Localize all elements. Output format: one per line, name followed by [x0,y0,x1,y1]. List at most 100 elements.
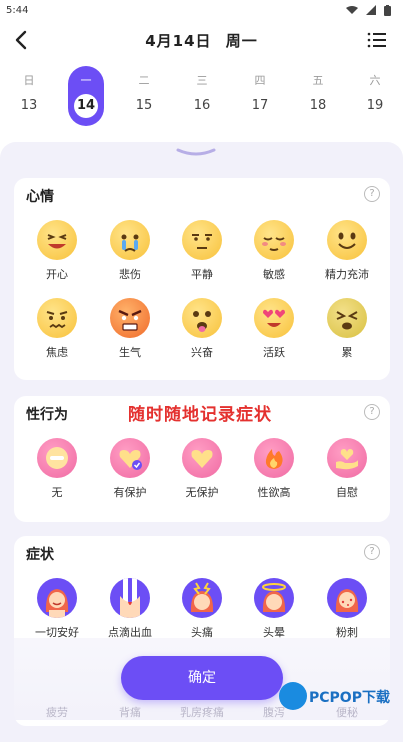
flame-icon [254,438,294,478]
day-sun[interactable]: 日 13 [11,66,47,126]
heart-icon [182,438,222,478]
mood-card: 心情 ? 开心 悲伤 平静 敏感 精力充沛 焦虑 生气 兴奋 活跃 累 [14,178,390,380]
sex-label: 有保护 [113,486,147,499]
heart-eyes-face-icon [254,298,294,338]
happy-face-icon [37,220,77,260]
page-title: 4月14日 周一 [141,30,262,51]
woman-happy-icon [37,578,77,618]
day-number: 17 [251,98,269,113]
heart-check-icon [110,438,150,478]
sex-title: 性行为 [26,407,68,423]
symptom-headache[interactable]: 头痛 [166,578,238,642]
day-wed[interactable]: 三 16 [184,66,220,126]
help-icon[interactable]: ? [364,186,380,202]
status-bar: 5:44 [0,0,403,20]
day-number: 14 [76,98,96,113]
weekday-label: 三 [196,74,208,87]
title-weekday: 周一 [225,31,258,50]
wifi-icon [346,6,358,14]
help-icon[interactable]: ? [364,544,380,560]
ghost-label: 背痛 [119,706,141,719]
day-number: 15 [135,98,153,113]
watermark-brand: PCPOP下载 [309,690,390,706]
hand-heart-icon [327,438,367,478]
weekday-label: 日 [23,74,35,87]
sex-label: 无 [51,486,63,499]
battery-icon [384,4,391,16]
week-strip: 日 13 一 14 二 15 三 16 四 17 五 18 六 19 [0,66,403,126]
day-tue[interactable]: 二 15 [126,66,162,126]
mood-active[interactable]: 活跃 [238,298,310,362]
day-number: 16 [193,98,211,113]
mood-energetic[interactable]: 精力充沛 [311,220,383,284]
mood-excited[interactable]: 兴奋 [166,298,238,362]
mood-label: 焦虑 [46,346,68,359]
promo-caption: 随时随地记录症状 [128,405,272,425]
day-number: 18 [309,98,327,113]
day-number: 13 [20,98,38,113]
mood-tired[interactable]: 累 [311,298,383,362]
tongue-face-icon [182,298,222,338]
sex-none[interactable]: 无 [21,438,93,502]
mood-label: 平静 [191,268,213,281]
mood-sensitive[interactable]: 敏感 [238,220,310,284]
weekday-label: 六 [369,74,381,87]
day-number: 19 [366,98,384,113]
symptom-all-good[interactable]: 一切安好 [21,578,93,642]
crying-face-icon [110,220,150,260]
tired-face-icon [327,298,367,338]
sex-unprotected[interactable]: 无保护 [166,438,238,502]
symptom-acne[interactable]: 粉刺 [311,578,383,642]
day-fri[interactable]: 五 18 [300,66,336,126]
mood-sad[interactable]: 悲伤 [94,220,166,284]
angry-face-icon [110,298,150,338]
sex-protected[interactable]: 有保护 [94,438,166,502]
day-thu[interactable]: 四 17 [242,66,278,126]
mood-label: 兴奋 [191,346,213,359]
sex-masturbation[interactable]: 自慰 [311,438,383,502]
mood-label: 精力充沛 [325,268,369,281]
body-spotting-icon [110,578,150,618]
smiling-face-icon [327,220,367,260]
mood-label: 悲伤 [119,268,141,281]
help-icon[interactable]: ? [364,404,380,420]
symptom-spotting[interactable]: 点滴出血 [94,578,166,642]
title-date: 4月14日 [145,31,212,50]
weekday-label: 四 [254,74,266,87]
sheet-handle-icon[interactable] [176,148,216,158]
mood-label: 生气 [119,346,141,359]
mood-title: 心情 [26,189,54,205]
dizzy-icon [254,578,294,618]
mood-anxious[interactable]: 焦虑 [21,298,93,362]
sex-label: 无保护 [185,486,219,499]
weekday-label: 五 [312,74,324,87]
acne-icon [327,578,367,618]
mood-label: 开心 [46,268,68,281]
mood-angry[interactable]: 生气 [94,298,166,362]
mood-label: 累 [341,346,353,359]
sex-label: 性欲高 [257,486,291,499]
list-menu-icon[interactable] [365,28,389,52]
mood-label: 敏感 [263,268,285,281]
ghost-label: 乳房疼痛 [180,706,224,719]
ghost-label: 疲劳 [46,706,68,719]
sex-high-libido[interactable]: 性欲高 [238,438,310,502]
worried-face-icon [37,298,77,338]
headache-icon [182,578,222,618]
mood-happy[interactable]: 开心 [21,220,93,284]
day-mon-selected[interactable]: 一 14 [68,66,104,126]
back-arrow-icon[interactable] [10,28,34,52]
signal-icon [366,5,376,15]
header: 4月14日 周一 [0,22,403,58]
mood-label: 活跃 [263,346,285,359]
day-sat[interactable]: 六 19 [357,66,393,126]
weekday-label: 一 [80,74,92,87]
weekday-label: 二 [138,74,150,87]
mood-calm[interactable]: 平静 [166,220,238,284]
sex-label: 自慰 [336,486,358,499]
minus-icon [37,438,77,478]
confirm-button[interactable]: 确定 [121,656,283,700]
neutral-face-icon [182,220,222,260]
watermark-logo: PCPOP下载 [279,682,397,716]
symptom-dizziness[interactable]: 头晕 [238,578,310,642]
